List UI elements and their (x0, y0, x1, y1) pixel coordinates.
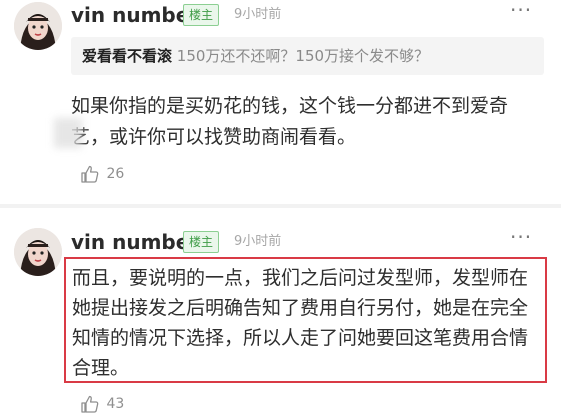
timestamp: 9小时前 (234, 7, 282, 22)
thumbs-up-icon (81, 165, 99, 183)
op-badge: 楼主 (183, 4, 220, 26)
quoted-author[interactable]: 爱看看不看滚 (82, 47, 172, 65)
quoted-comment[interactable]: 爱看看不看滚 150万还不还啊？150万接个发不够？ (71, 37, 544, 75)
like-count: 26 (106, 166, 125, 182)
quoted-text: 150万还不还啊？150万接个发不够？ (176, 47, 430, 65)
like-button[interactable]: 43 (80, 392, 124, 416)
like-count: 43 (106, 396, 125, 412)
avatar[interactable] (14, 2, 62, 50)
comment-body: 而且，要说明的一点，我们之后问过发型师，发型师在她提出接发之后明确告知了费用自行… (72, 267, 529, 379)
like-button[interactable]: 26 (80, 162, 124, 186)
highlight-box: 而且，要说明的一点，我们之后问过发型师，发型师在她提出接发之后明确告知了费用自行… (64, 257, 547, 383)
comment-item: vin number 楼主 9小时前 ··· 而且，要说明的一点，我们之后问过发… (0, 208, 561, 416)
redaction-blur (54, 118, 82, 148)
username[interactable]: vin number (71, 229, 199, 255)
more-options-icon[interactable]: ··· (510, 0, 536, 24)
avatar[interactable] (14, 228, 62, 276)
timestamp: 9小时前 (234, 234, 282, 249)
more-options-icon[interactable]: ··· (510, 227, 536, 251)
thumbs-up-icon (81, 395, 99, 413)
op-badge: 楼主 (183, 231, 220, 253)
comment-body: 如果你指的是买奶花的钱，这个钱一分都进不到爱奇艺，或许你可以找赞助商闹看看。 (71, 95, 509, 148)
username[interactable]: vin number (71, 2, 199, 28)
comment-item: vin number 楼主 9小时前 ··· 爱看看不看滚 150万还不还啊？1… (0, 0, 561, 204)
